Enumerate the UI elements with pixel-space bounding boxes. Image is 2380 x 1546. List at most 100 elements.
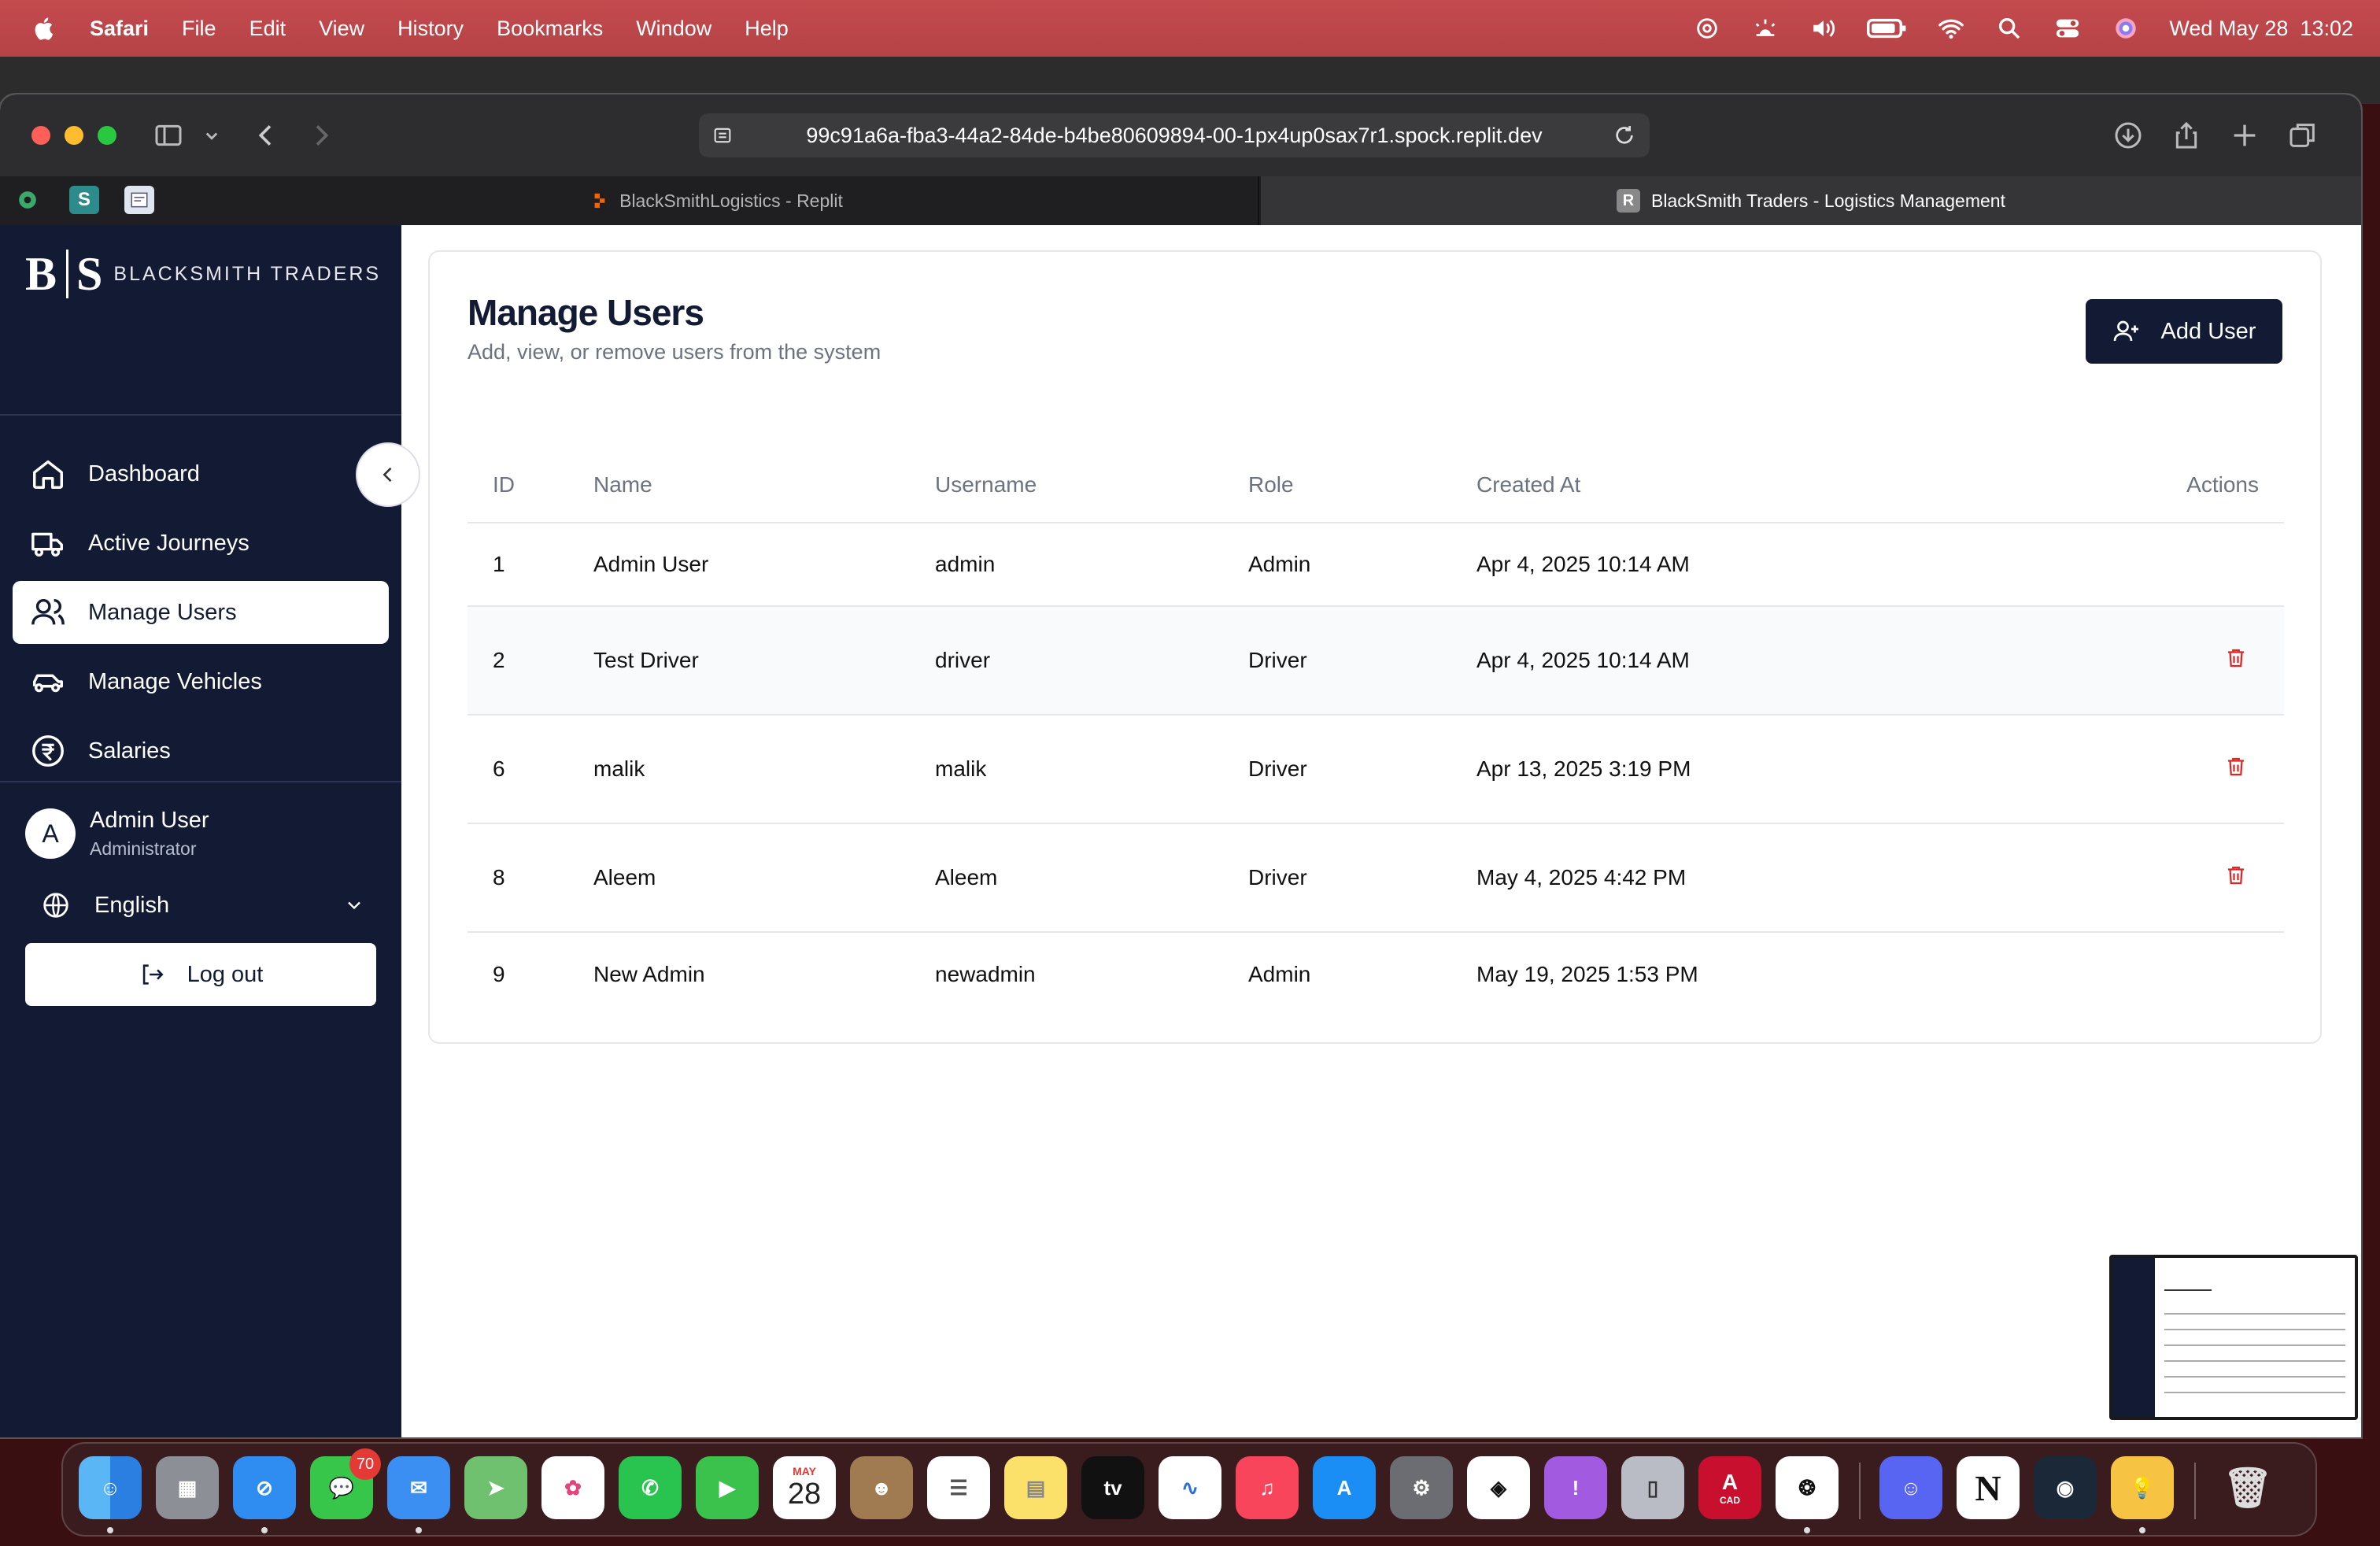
- brightness-icon[interactable]: [1750, 15, 1780, 42]
- tips-icon[interactable]: 💡: [2111, 1456, 2174, 1519]
- language-value: English: [94, 892, 170, 918]
- table-row[interactable]: 6 malik malik Driver Apr 13, 2025 3:19 P…: [468, 715, 2284, 824]
- siri-icon[interactable]: [2111, 15, 2141, 42]
- trash-bin-icon[interactable]: 🗑: [2216, 1456, 2279, 1519]
- feedback-icon[interactable]: !: [1544, 1456, 1607, 1519]
- tab-favicon: R: [1617, 189, 1641, 213]
- cursor-app-icon[interactable]: ◈: [1467, 1456, 1530, 1519]
- running-indicator: [107, 1527, 113, 1533]
- forward-icon[interactable]: [304, 120, 338, 151]
- cell-name: New Admin: [593, 961, 705, 986]
- site-settings-icon[interactable]: [711, 124, 734, 146]
- trash-icon[interactable]: [2224, 755, 2248, 779]
- music-icon[interactable]: ♫: [1236, 1456, 1299, 1519]
- finder-icon[interactable]: ☺: [79, 1456, 142, 1519]
- messages-icon[interactable]: 💬 70: [310, 1448, 381, 1519]
- app-store-icon[interactable]: A: [1313, 1456, 1376, 1519]
- downloads-icon[interactable]: [2111, 120, 2145, 151]
- tab-replit[interactable]: BlackSmithLogistics - Replit: [176, 176, 1259, 225]
- iphone-mirroring-icon[interactable]: ▯: [1621, 1456, 1684, 1519]
- chatgpt-icon[interactable]: ❂: [1776, 1456, 1839, 1519]
- calendar-icon[interactable]: MAY 28: [773, 1456, 836, 1519]
- tab-blacksmith[interactable]: R BlackSmith Traders - Logistics Managem…: [1261, 176, 2361, 225]
- discord-icon[interactable]: ☺: [1879, 1456, 1942, 1519]
- menu-view[interactable]: View: [319, 17, 364, 41]
- maps-icon[interactable]: ➤: [464, 1456, 527, 1519]
- header-role[interactable]: Role: [1248, 447, 1476, 523]
- cell-actions: [2037, 715, 2284, 824]
- reminders-icon[interactable]: ☰: [927, 1456, 990, 1519]
- header-id[interactable]: ID: [468, 447, 593, 523]
- url-text[interactable]: 99c91a6a-fba3-44a2-84de-b4be80609894-00-…: [806, 124, 1542, 148]
- control-center-icon[interactable]: [2053, 15, 2082, 42]
- logout-button[interactable]: Log out: [25, 943, 376, 1006]
- brand-logo[interactable]: BS BLACKSMITH TRADERS: [25, 248, 381, 300]
- main-content: Manage Users Add, view, or remove users …: [401, 225, 2361, 1437]
- chatgpt-status-icon[interactable]: [1692, 15, 1722, 42]
- pinned-tab-green[interactable]: [13, 186, 42, 214]
- menu-edit[interactable]: Edit: [249, 17, 286, 41]
- table-row[interactable]: 1 Admin User admin Admin Apr 4, 2025 10:…: [468, 523, 2284, 607]
- sidebar-item-manage-vehicles[interactable]: Manage Vehicles: [13, 650, 389, 713]
- header-created-at[interactable]: Created At: [1476, 447, 2038, 523]
- system-settings-icon[interactable]: ⚙: [1390, 1456, 1453, 1519]
- header-name[interactable]: Name: [593, 447, 935, 523]
- screenshot-thumbnail[interactable]: [2109, 1255, 2358, 1420]
- freeform-icon[interactable]: ∿: [1159, 1456, 1221, 1519]
- sidebar-item-salaries[interactable]: Salaries: [13, 719, 389, 782]
- back-icon[interactable]: [249, 120, 283, 151]
- sidebar-item-dashboard[interactable]: Dashboard: [13, 442, 389, 505]
- new-tab-icon[interactable]: [2227, 120, 2262, 151]
- spotlight-search-icon[interactable]: [1994, 15, 2024, 42]
- add-user-button[interactable]: Add User: [2086, 299, 2282, 364]
- close-window-button[interactable]: [31, 126, 50, 145]
- calendar-month: MAY: [793, 1464, 816, 1478]
- mail-icon[interactable]: ✉: [387, 1456, 450, 1519]
- menu-window[interactable]: Window: [636, 17, 711, 41]
- menu-history[interactable]: History: [397, 17, 464, 41]
- notion-icon[interactable]: N: [1957, 1456, 2020, 1519]
- apple-icon[interactable]: [31, 15, 58, 42]
- zoom-window-button[interactable]: [98, 126, 116, 145]
- safari-icon[interactable]: ⊘: [233, 1456, 296, 1519]
- sidebar-item-manage-users[interactable]: Manage Users: [13, 581, 389, 644]
- trash-icon[interactable]: [2224, 646, 2248, 670]
- share-icon[interactable]: [2169, 120, 2204, 151]
- menu-bookmarks[interactable]: Bookmarks: [497, 17, 603, 41]
- contacts-icon[interactable]: ☻: [850, 1456, 913, 1519]
- sidebar-item-active-journeys[interactable]: Active Journeys: [13, 512, 389, 575]
- collapse-sidebar-button[interactable]: [356, 442, 420, 507]
- menu-safari[interactable]: Safari: [90, 17, 149, 41]
- battery-icon[interactable]: [1867, 15, 1908, 42]
- pinned-tab-s[interactable]: S: [69, 186, 99, 214]
- header-username[interactable]: Username: [935, 447, 1248, 523]
- steam-icon[interactable]: ◉: [2034, 1456, 2097, 1519]
- chevron-down-icon[interactable]: [200, 120, 224, 151]
- pinned-tab-docs[interactable]: [124, 186, 154, 214]
- trash-icon[interactable]: [2224, 864, 2248, 887]
- whatsapp-icon[interactable]: ✆: [619, 1456, 682, 1519]
- autocad-icon[interactable]: A CAD: [1698, 1456, 1761, 1519]
- volume-icon[interactable]: [1809, 15, 1839, 42]
- running-indicator: [416, 1527, 422, 1533]
- tab-overview-icon[interactable]: [2286, 120, 2320, 151]
- menu-bar-clock[interactable]: Wed May 28 13:02: [2169, 17, 2353, 41]
- table-row[interactable]: 9 New Admin newadmin Admin May 19, 2025 …: [468, 932, 2284, 1015]
- reload-icon[interactable]: [1612, 123, 1637, 148]
- document-icon: [131, 192, 148, 208]
- launchpad-icon[interactable]: ▦: [156, 1456, 219, 1519]
- address-bar[interactable]: 99c91a6a-fba3-44a2-84de-b4be80609894-00-…: [699, 113, 1650, 157]
- menu-help[interactable]: Help: [745, 17, 789, 41]
- facetime-icon[interactable]: ▶: [696, 1456, 759, 1519]
- table-row[interactable]: 2 Test Driver driver Driver Apr 4, 2025 …: [468, 606, 2284, 716]
- table-row[interactable]: 8 Aleem Aleem Driver May 4, 2025 4:42 PM: [468, 823, 2284, 933]
- wifi-icon[interactable]: [1936, 15, 1966, 42]
- menu-file[interactable]: File: [182, 17, 216, 41]
- photos-icon[interactable]: ✿: [541, 1456, 604, 1519]
- cell-role: Driver: [1248, 823, 1476, 933]
- minimize-window-button[interactable]: [65, 126, 83, 145]
- notes-icon[interactable]: ▤: [1004, 1456, 1067, 1519]
- apple-tv-icon[interactable]: tv: [1081, 1456, 1144, 1519]
- language-select[interactable]: English: [41, 883, 365, 927]
- sidebar-toggle-icon[interactable]: [151, 120, 186, 151]
